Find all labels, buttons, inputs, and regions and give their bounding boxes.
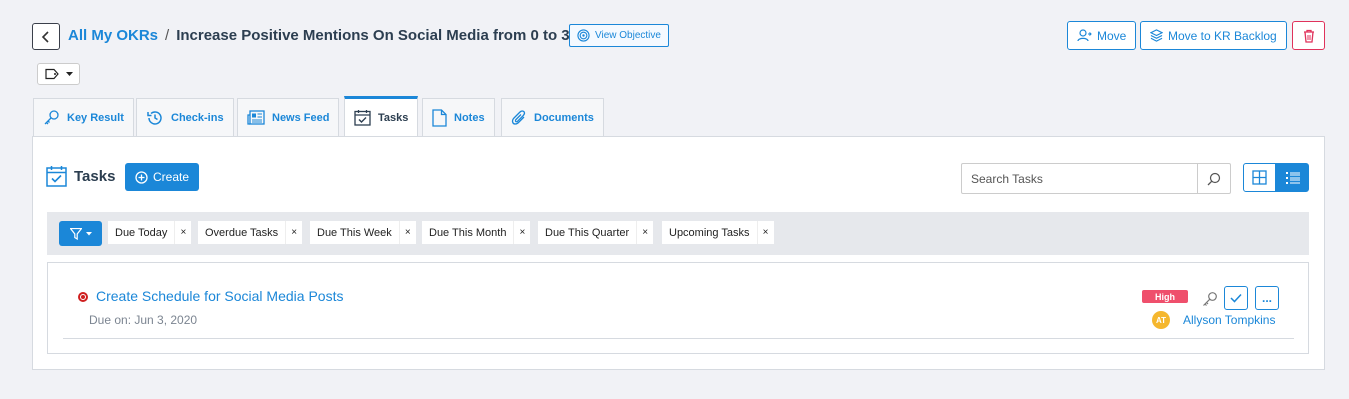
back-button[interactable]	[32, 23, 60, 50]
tab-check-ins-label: Check-ins	[171, 111, 224, 124]
history-icon	[147, 110, 162, 125]
close-icon[interactable]: ×	[398, 221, 416, 244]
filter-chip-due-today: Due Today ×	[108, 221, 192, 244]
close-icon[interactable]: ×	[756, 221, 774, 244]
search-tasks-input[interactable]	[962, 164, 1197, 193]
delete-button[interactable]	[1292, 21, 1325, 50]
create-task-button[interactable]: Create	[125, 163, 199, 191]
task-card	[47, 262, 1309, 354]
key-icon	[1202, 291, 1218, 307]
grid-icon	[1252, 170, 1267, 185]
newspaper-icon	[247, 109, 265, 125]
tab-news-feed-label: News Feed	[272, 111, 330, 124]
tab-tasks[interactable]: Tasks	[344, 96, 419, 136]
filter-chip-overdue-tasks: Overdue Tasks ×	[198, 221, 303, 244]
move-to-backlog-label: Move to KR Backlog	[1168, 28, 1277, 43]
more-options-button[interactable]: ...	[1255, 286, 1279, 310]
tab-notes[interactable]: Notes	[422, 98, 495, 136]
view-objective-label: View Objective	[595, 30, 661, 41]
tag-dropdown[interactable]	[37, 63, 80, 85]
tab-key-result[interactable]: Key Result	[33, 98, 134, 136]
ellipsis-icon: ...	[1261, 291, 1272, 305]
document-icon	[432, 108, 447, 127]
filter-chip-label: Due This Week	[317, 226, 392, 239]
list-view-toggle[interactable]	[1276, 163, 1309, 192]
key-icon	[44, 110, 59, 125]
tab-key-result-label: Key Result	[67, 111, 124, 124]
target-icon	[577, 29, 590, 42]
move-button[interactable]: Move	[1067, 21, 1137, 50]
search-icon	[1207, 172, 1221, 185]
trash-icon	[1303, 29, 1314, 43]
close-icon[interactable]: ×	[513, 221, 530, 244]
tab-documents-label: Documents	[534, 111, 594, 124]
close-icon[interactable]: ×	[636, 221, 653, 244]
paperclip-icon	[511, 110, 526, 125]
search-tasks	[961, 163, 1231, 194]
tasks-section-title: Tasks	[74, 167, 116, 185]
search-button[interactable]	[1197, 164, 1230, 193]
view-objective-button[interactable]: View Objective	[569, 24, 669, 47]
filter-chip-label: Due This Month	[429, 226, 507, 239]
filter-chip-upcoming-tasks: Upcoming Tasks ×	[662, 221, 774, 244]
filter-chip-label: Due This Quarter	[545, 226, 630, 239]
avatar: AT	[1152, 311, 1170, 329]
filter-chip-label: Due Today	[115, 226, 168, 239]
tab-check-ins[interactable]: Check-ins	[136, 98, 234, 136]
user-move-icon	[1077, 29, 1092, 42]
breadcrumb: All My OKRs / Increase Positive Mentions…	[68, 27, 578, 44]
tab-documents[interactable]: Documents	[501, 98, 604, 136]
filter-chip-label: Overdue Tasks	[205, 226, 279, 239]
filter-chip-label: Upcoming Tasks	[669, 226, 750, 239]
close-icon[interactable]: ×	[174, 221, 191, 244]
tab-tasks-label: Tasks	[378, 111, 409, 124]
task-title-link[interactable]: Create Schedule for Social Media Posts	[96, 288, 343, 304]
tag-icon	[44, 68, 59, 80]
calendar-check-icon	[46, 166, 67, 187]
filter-chip-due-this-month: Due This Month ×	[422, 221, 531, 244]
task-status-icon	[78, 292, 88, 302]
close-icon[interactable]: ×	[285, 221, 302, 244]
move-to-backlog-button[interactable]: Move to KR Backlog	[1140, 21, 1287, 50]
task-divider	[63, 338, 1294, 339]
check-icon	[1230, 293, 1242, 303]
filter-icon	[69, 227, 82, 240]
filter-chip-due-this-quarter: Due This Quarter ×	[538, 221, 654, 244]
assignee-link[interactable]: Allyson Tompkins	[1183, 313, 1275, 327]
move-label: Move	[1097, 28, 1127, 43]
task-due-date: Due on: Jun 3, 2020	[89, 313, 198, 327]
plus-circle-icon	[135, 170, 148, 184]
breadcrumb-root-link[interactable]: All My OKRs	[68, 27, 158, 44]
tasks-section-header: Tasks	[46, 165, 115, 187]
grid-view-toggle[interactable]	[1243, 163, 1276, 192]
create-task-label: Create	[152, 170, 190, 184]
breadcrumb-separator: /	[165, 27, 170, 44]
page-title: Increase Positive Mentions On Social Med…	[176, 27, 578, 44]
complete-task-button[interactable]	[1224, 286, 1248, 310]
chevron-left-icon	[41, 30, 49, 43]
filter-chip-due-this-week: Due This Week ×	[310, 221, 416, 244]
list-icon	[1285, 171, 1300, 184]
priority-badge: High	[1142, 290, 1188, 303]
caret-down-icon	[65, 71, 73, 76]
layers-icon	[1150, 29, 1163, 42]
tab-notes-label: Notes	[454, 111, 485, 124]
calendar-check-icon	[354, 110, 371, 126]
tab-news-feed[interactable]: News Feed	[237, 98, 340, 136]
caret-down-icon	[85, 231, 92, 235]
filter-dropdown-button[interactable]	[59, 221, 102, 246]
